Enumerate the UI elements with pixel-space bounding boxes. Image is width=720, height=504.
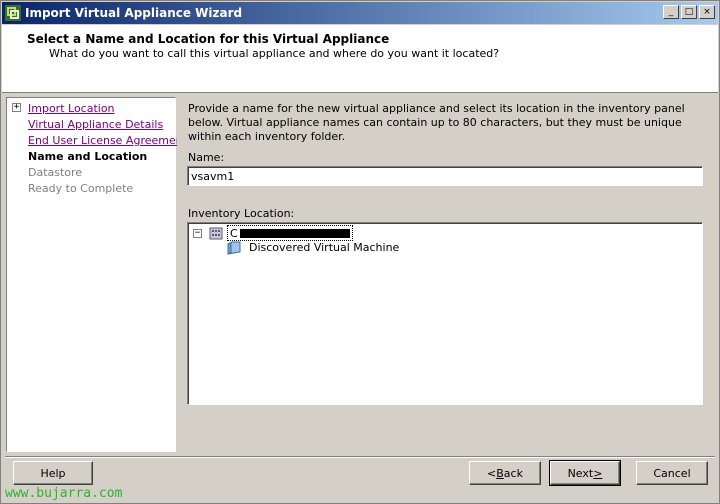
help-button[interactable]: Help xyxy=(13,461,93,485)
next-button[interactable]: Next > xyxy=(549,460,621,486)
watermark-text: www.bujarra.com xyxy=(5,486,123,501)
back-rest: ack xyxy=(503,466,523,480)
maximize-button[interactable]: □ xyxy=(681,5,697,19)
root-node-label: C xyxy=(230,226,238,240)
collapse-icon[interactable]: − xyxy=(193,229,202,238)
wizard-header: Select a Name and Location for this Virt… xyxy=(2,25,718,93)
minimize-button[interactable]: _ xyxy=(663,5,679,19)
back-prefix: < xyxy=(487,466,497,480)
title-bar[interactable]: Import Virtual Appliance Wizard _ □ × xyxy=(2,2,718,24)
name-label: Name: xyxy=(188,151,225,164)
step-virtual-appliance-details[interactable]: Virtual Appliance Details xyxy=(28,118,163,131)
page-subtitle: What do you want to call this virtual ap… xyxy=(49,47,500,60)
steps-panel: + Import Location Virtual Appliance Deta… xyxy=(6,97,187,452)
tree-node-discovered-vm[interactable]: Discovered Virtual Machine xyxy=(249,241,399,254)
back-button[interactable]: < Back xyxy=(469,461,541,485)
inventory-location-label: Inventory Location: xyxy=(188,207,295,220)
expand-icon[interactable]: + xyxy=(12,103,21,112)
window-title: Import Virtual Appliance Wizard xyxy=(25,6,243,20)
next-mnemonic: > xyxy=(593,466,603,480)
datacenter-icon xyxy=(209,227,223,240)
page-title: Select a Name and Location for this Virt… xyxy=(27,32,390,46)
wizard-window: Import Virtual Appliance Wizard _ □ × Se… xyxy=(0,0,720,504)
next-label: Next xyxy=(567,466,594,480)
step-import-location[interactable]: Import Location xyxy=(28,102,115,115)
step-end-user-license-agreement[interactable]: End User License Agreement xyxy=(28,134,187,147)
tree-root-node[interactable]: C xyxy=(227,225,353,241)
footer-separator xyxy=(5,456,715,458)
step-ready-to-complete: Ready to Complete xyxy=(28,182,134,195)
window-controls: _ □ × xyxy=(663,5,715,19)
step-datastore: Datastore xyxy=(28,166,83,179)
main-panel: Provide a name for the new virtual appli… xyxy=(177,97,712,452)
cancel-button[interactable]: Cancel xyxy=(636,461,708,485)
back-mnemonic: B xyxy=(496,466,504,480)
close-button[interactable]: × xyxy=(699,5,715,19)
description-text: Provide a name for the new virtual appli… xyxy=(188,102,685,143)
folder-icon xyxy=(227,241,241,255)
inventory-tree[interactable]: − C Discovered Virtual Machine xyxy=(187,222,703,405)
redaction-bar xyxy=(239,228,350,238)
step-name-and-location: Name and Location xyxy=(28,150,148,163)
name-input[interactable]: vsavm1 xyxy=(187,166,703,186)
vmware-icon xyxy=(5,5,21,21)
